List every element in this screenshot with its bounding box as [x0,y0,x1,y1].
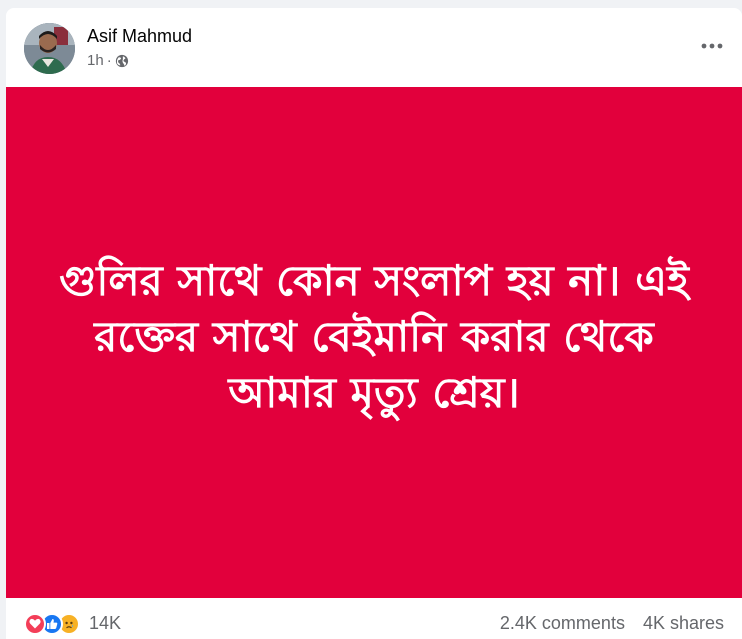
author-avatar[interactable] [24,23,75,74]
post-timestamp[interactable]: 1h [87,52,104,69]
avatar-photo [24,23,75,74]
post-stats: 2.4K comments 4K shares [500,613,724,634]
more-options-button[interactable] [694,31,730,59]
comments-count[interactable]: 2.4K comments [500,613,625,634]
more-dots-icon [701,36,723,54]
author-name[interactable]: Asif Mahmud [87,26,192,47]
post-text-line: রক্তের সাথে বেইমানি করার থেকে [94,311,654,361]
reactions-summary[interactable]: 14K [24,612,122,635]
post-footer: 14K 2.4K comments 4K shares [6,608,742,639]
love-icon [24,612,46,635]
post-text-line: গুলির সাথে কোন সংলাপ হয় না। এই [59,255,689,305]
post-meta: 1h · [87,52,129,69]
post-image-text: গুলির সাথে কোন সংলাপ হয় না। এই রক্তের স… [34,253,714,421]
post-card: Asif Mahmud 1h · গুলির সাথে কোন সংলাপ হয… [6,8,742,639]
meta-separator: · [106,52,112,69]
post-image[interactable]: গুলির সাথে কোন সংলাপ হয় না। এই রক্তের স… [6,87,742,598]
post-text-line: আমার মৃত্যু শ্রেয়। [228,367,520,417]
shares-count[interactable]: 4K shares [643,613,724,634]
reaction-count: 14K [89,613,122,633]
post-header: Asif Mahmud 1h · [6,8,742,86]
globe-icon[interactable] [115,54,129,68]
